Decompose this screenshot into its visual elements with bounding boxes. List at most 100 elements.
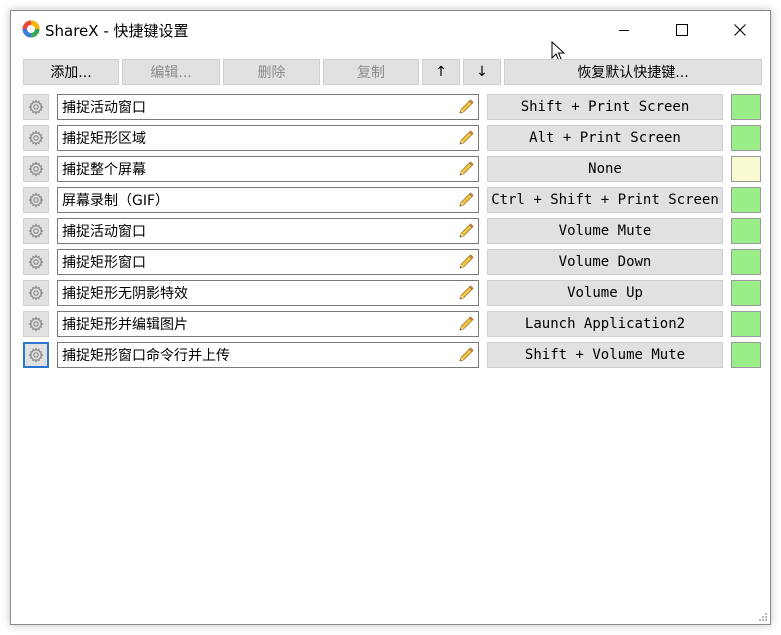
task-settings-button[interactable]: [23, 218, 49, 244]
task-name-label: 捕捉矩形窗口: [62, 255, 146, 271]
task-name-label: 捕捉矩形窗口命令行并上传: [62, 348, 230, 364]
hotkey-status-indicator: [731, 249, 761, 275]
task-name-field[interactable]: 捕捉整个屏幕: [57, 156, 479, 182]
gear-icon: [28, 99, 44, 115]
gear-icon: [28, 223, 44, 239]
minimize-button[interactable]: [601, 11, 647, 49]
hotkey-label: Ctrl + Shift + Print Screen: [491, 192, 719, 208]
task-name-label: 捕捉矩形并编辑图片: [62, 317, 188, 333]
hotkey-status-indicator: [731, 311, 761, 337]
task-name-field[interactable]: 捕捉活动窗口: [57, 218, 479, 244]
pencil-icon[interactable]: [457, 346, 475, 364]
hotkey-button[interactable]: Ctrl + Shift + Print Screen: [487, 187, 723, 213]
task-name-label: 捕捉活动窗口: [62, 224, 146, 240]
task-name-label: 捕捉矩形区域: [62, 131, 146, 147]
add-button[interactable]: 添加...: [23, 59, 119, 85]
close-icon: [734, 24, 746, 36]
gear-icon: [28, 130, 44, 146]
task-name-label: 捕捉矩形无阴影特效: [62, 286, 188, 302]
pencil-icon[interactable]: [457, 253, 475, 271]
hotkey-label: Shift + Volume Mute: [524, 347, 686, 363]
hotkey-row: 捕捉矩形区域 Alt + Print Screen: [23, 125, 761, 151]
task-name-field[interactable]: 捕捉矩形无阴影特效: [57, 280, 479, 306]
title-bar[interactable]: ShareX - 快捷键设置: [11, 11, 770, 49]
task-settings-button[interactable]: [23, 187, 49, 213]
add-button-label: 添加...: [50, 65, 92, 81]
move-up-button[interactable]: ↑: [422, 59, 460, 85]
hotkey-row: 捕捉整个屏幕 None: [23, 156, 761, 182]
task-settings-button[interactable]: [23, 156, 49, 182]
hotkey-button[interactable]: Volume Down: [487, 249, 723, 275]
hotkey-row: 捕捉活动窗口 Shift + Print Screen: [23, 94, 761, 120]
resize-grip-icon[interactable]: [756, 610, 768, 622]
pencil-icon[interactable]: [457, 191, 475, 209]
hotkey-button[interactable]: Launch Application2: [487, 311, 723, 337]
hotkey-button[interactable]: Volume Mute: [487, 218, 723, 244]
delete-button-label: 删除: [257, 65, 286, 81]
hotkey-button[interactable]: Volume Up: [487, 280, 723, 306]
task-name-field[interactable]: 捕捉矩形窗口: [57, 249, 479, 275]
minimize-icon: [619, 30, 629, 31]
task-name-field[interactable]: 捕捉矩形区域: [57, 125, 479, 151]
task-name-label: 捕捉活动窗口: [62, 100, 146, 116]
hotkey-label: Launch Application2: [524, 316, 686, 332]
hotkey-status-indicator: [731, 187, 761, 213]
copy-button-label: 复制: [357, 65, 385, 81]
task-settings-button[interactable]: [23, 342, 49, 368]
move-down-button[interactable]: ↓: [463, 59, 501, 85]
task-settings-button[interactable]: [23, 249, 49, 275]
edit-button-label: 编辑...: [150, 65, 192, 81]
hotkey-row: 捕捉矩形无阴影特效 Volume Up: [23, 280, 761, 306]
edit-button[interactable]: 编辑...: [122, 59, 220, 85]
pencil-icon[interactable]: [457, 222, 475, 240]
pencil-icon[interactable]: [457, 284, 475, 302]
task-name-field[interactable]: 屏幕录制（GIF）: [57, 187, 479, 213]
hotkey-row: 捕捉矩形窗口命令行并上传 Shift + Volume Mute: [23, 342, 761, 368]
task-name-field[interactable]: 捕捉矩形并编辑图片: [57, 311, 479, 337]
hotkey-button[interactable]: None: [487, 156, 723, 182]
pencil-icon[interactable]: [457, 98, 475, 116]
hotkey-label: Volume Up: [567, 285, 643, 301]
restore-defaults-label: 恢复默认快捷键...: [577, 65, 689, 81]
hotkey-button[interactable]: Alt + Print Screen: [487, 125, 723, 151]
hotkey-label: Volume Down: [558, 254, 652, 270]
hotkey-label: None: [588, 161, 622, 177]
task-name-label: 捕捉整个屏幕: [62, 162, 146, 178]
close-button[interactable]: [717, 11, 763, 49]
arrow-up-icon: ↑: [435, 64, 447, 80]
sharex-logo-icon: [22, 20, 40, 38]
task-name-field[interactable]: 捕捉活动窗口: [57, 94, 479, 120]
gear-icon: [28, 192, 44, 208]
hotkey-status-indicator: [731, 125, 761, 151]
task-settings-button[interactable]: [23, 94, 49, 120]
hotkey-row: 屏幕录制（GIF） Ctrl + Shift + Print Screen: [23, 187, 761, 213]
gear-icon: [28, 316, 44, 332]
hotkey-label: Alt + Print Screen: [529, 130, 681, 146]
pencil-icon[interactable]: [457, 160, 475, 178]
task-name-field[interactable]: 捕捉矩形窗口命令行并上传: [57, 342, 479, 368]
window-title: ShareX - 快捷键设置: [45, 22, 189, 40]
hotkey-status-indicator: [731, 156, 761, 182]
hotkey-button[interactable]: Shift + Volume Mute: [487, 342, 723, 368]
restore-defaults-button[interactable]: 恢复默认快捷键...: [504, 59, 762, 85]
gear-icon: [28, 285, 44, 301]
arrow-down-icon: ↓: [476, 64, 488, 80]
hotkey-status-indicator: [731, 280, 761, 306]
task-name-label: 屏幕录制（GIF）: [62, 193, 170, 209]
task-settings-button[interactable]: [23, 125, 49, 151]
hotkey-status-indicator: [731, 94, 761, 120]
hotkey-row: 捕捉活动窗口 Volume Mute: [23, 218, 761, 244]
task-settings-button[interactable]: [23, 280, 49, 306]
task-settings-button[interactable]: [23, 311, 49, 337]
maximize-button[interactable]: [659, 11, 705, 49]
hotkey-row: 捕捉矩形窗口 Volume Down: [23, 249, 761, 275]
hotkey-status-indicator: [731, 218, 761, 244]
gear-icon: [28, 161, 44, 177]
pencil-icon[interactable]: [457, 129, 475, 147]
gear-icon: [28, 254, 44, 270]
pencil-icon[interactable]: [457, 315, 475, 333]
hotkey-button[interactable]: Shift + Print Screen: [487, 94, 723, 120]
copy-button[interactable]: 复制: [323, 59, 419, 85]
delete-button[interactable]: 删除: [223, 59, 320, 85]
hotkey-label: Shift + Print Screen: [520, 99, 690, 115]
